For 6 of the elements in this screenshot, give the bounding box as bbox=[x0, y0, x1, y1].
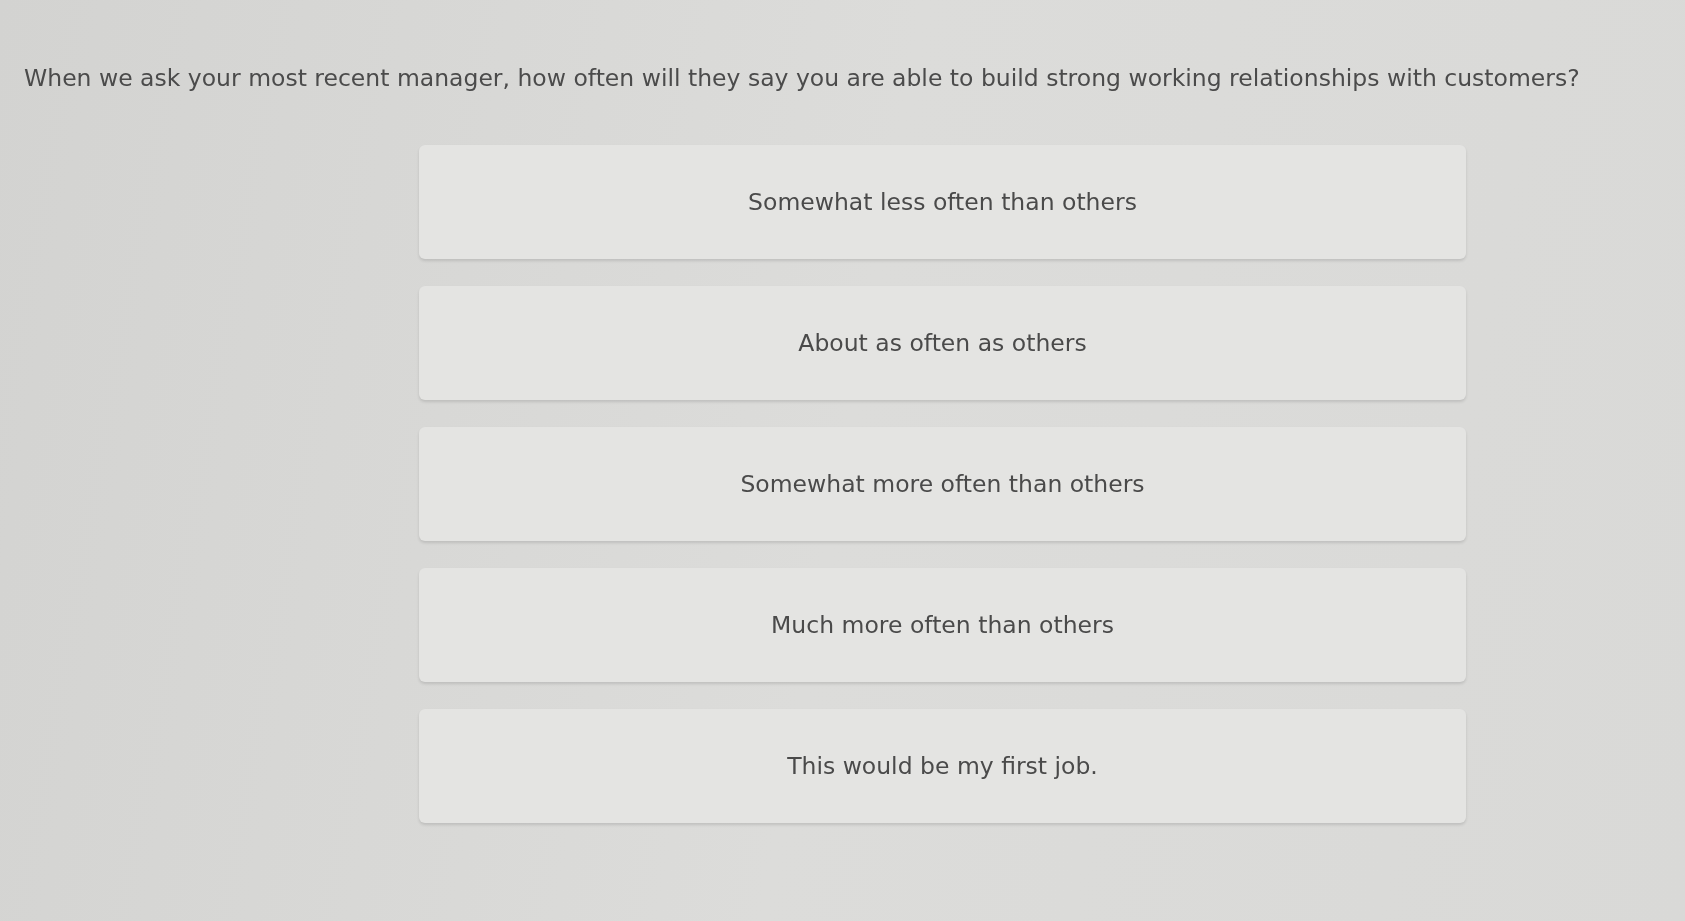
answer-option[interactable]: Somewhat less often than others bbox=[419, 145, 1466, 259]
answer-option[interactable]: Somewhat more often than others bbox=[419, 427, 1466, 541]
answer-option[interactable]: This would be my first job. bbox=[419, 709, 1466, 823]
answer-option[interactable]: Much more often than others bbox=[419, 568, 1466, 682]
question-text: When we ask your most recent manager, how often will they say you are able to build strong working relationships with customers? bbox=[24, 63, 1581, 94]
answer-option[interactable]: About as often as others bbox=[419, 286, 1466, 400]
